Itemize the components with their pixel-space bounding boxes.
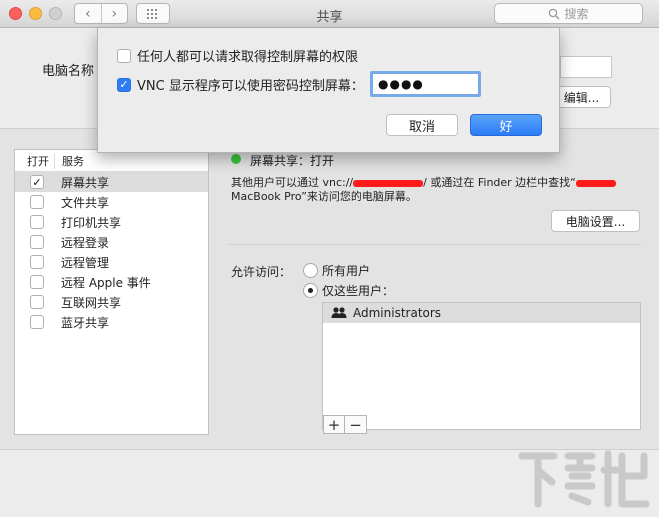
service-list: 打开 服务 ✓ 屏幕共享文件共享打印机共享远程登录远程管理远程 Apple 事件互… — [14, 149, 209, 435]
radio-only-users-label: 仅这些用户： — [322, 284, 395, 298]
search-icon — [549, 8, 560, 19]
checkbox[interactable] — [117, 48, 131, 63]
remove-user-button[interactable]: − — [345, 415, 367, 434]
users-list: Administrators — [322, 302, 641, 430]
list-item[interactable]: Administrators — [323, 303, 640, 323]
service-label: 远程管理 — [61, 255, 110, 270]
ok-button[interactable]: 好 — [470, 114, 542, 136]
service-checkbox[interactable]: ✓ — [30, 175, 44, 189]
service-checkbox[interactable] — [30, 195, 44, 209]
service-label: 文件共享 — [61, 195, 110, 210]
cancel-button[interactable]: 取消 — [386, 114, 458, 136]
sharing-panel: 打开 服务 ✓ 屏幕共享文件共享打印机共享远程登录远程管理远程 Apple 事件互… — [0, 128, 659, 450]
info-text-part-2: / 或通过在 Finder 边栏中查找“ — [423, 176, 576, 189]
service-checkbox[interactable] — [30, 295, 44, 309]
service-label: 屏幕共享 — [61, 175, 110, 190]
checkmark-icon: ✓ — [32, 175, 42, 189]
access-label: 允许访问： — [231, 265, 292, 279]
status-indicator — [231, 154, 241, 164]
radio-button[interactable] — [303, 263, 318, 278]
checkmark-icon: ✓ — [119, 78, 129, 91]
service-checkbox[interactable] — [30, 315, 44, 329]
watermark-logo — [518, 450, 650, 508]
service-checkbox[interactable] — [30, 275, 44, 289]
user-name: Administrators — [353, 306, 442, 320]
redacted-address — [353, 179, 424, 187]
checkbox[interactable]: ✓ — [117, 77, 131, 92]
vnc-password-field[interactable]: ●●●● — [370, 71, 481, 97]
search-placeholder: 搜索 — [564, 7, 589, 21]
column-header-on[interactable]: 打开 — [15, 152, 55, 169]
service-label: 蓝牙共享 — [61, 315, 110, 330]
option-anyone-request[interactable]: 任何人都可以请求取得控制屏幕的权限 — [117, 46, 358, 65]
status-text: 屏幕共享：打开 — [250, 154, 335, 168]
service-row[interactable]: 打印机共享 — [15, 212, 208, 232]
user-group-icon — [331, 307, 347, 319]
service-checkbox[interactable] — [30, 255, 44, 269]
service-list-header: 打开 服务 — [15, 150, 208, 172]
service-row[interactable]: 远程登录 — [15, 232, 208, 252]
computer-name-label: 电脑名称 — [42, 64, 95, 79]
screen-sharing-options-sheet: 任何人都可以请求取得控制屏幕的权限 ✓ VNC 显示程序可以使用密码控制屏幕： … — [97, 28, 560, 153]
service-row[interactable]: ✓ 屏幕共享 — [15, 172, 208, 192]
service-row[interactable]: 蓝牙共享 — [15, 312, 208, 332]
service-row[interactable]: 远程管理 — [15, 252, 208, 272]
service-row[interactable]: 互联网共享 — [15, 292, 208, 312]
computer-settings-button[interactable]: 电脑设置... — [551, 210, 640, 232]
radio-button[interactable] — [303, 283, 318, 298]
computer-name-field[interactable] — [560, 56, 612, 78]
divider — [229, 244, 641, 245]
service-checkbox[interactable] — [30, 215, 44, 229]
option-vnc-password[interactable]: ✓ VNC 显示程序可以使用密码控制屏幕： — [117, 75, 364, 94]
radio-all-users-label: 所有用户 — [322, 264, 371, 278]
edit-button[interactable]: 编辑... — [552, 86, 611, 108]
service-checkbox[interactable] — [30, 235, 44, 249]
title-bar: ‹ › 共享 搜索 — [0, 0, 659, 28]
service-label: 远程登录 — [61, 235, 110, 250]
add-user-button[interactable]: + — [323, 415, 345, 434]
option-vnc-label: VNC 显示程序可以使用密码控制屏幕： — [137, 79, 364, 94]
add-remove-controls: + − — [323, 415, 367, 434]
service-label: 远程 Apple 事件 — [61, 275, 151, 290]
radio-only-these-users[interactable]: 仅这些用户： — [303, 282, 394, 299]
radio-all-users[interactable]: 所有用户 — [303, 262, 370, 279]
option-anyone-label: 任何人都可以请求取得控制屏幕的权限 — [137, 50, 359, 65]
service-row[interactable]: 文件共享 — [15, 192, 208, 212]
search-input[interactable]: 搜索 — [494, 3, 643, 24]
service-row[interactable]: 远程 Apple 事件 — [15, 272, 208, 292]
service-label: 互联网共享 — [61, 295, 122, 310]
redacted-name — [575, 179, 616, 187]
info-text-line-2: MacBook Pro”来访问您的电脑屏幕。 — [231, 188, 417, 204]
column-header-service[interactable]: 服务 — [55, 153, 84, 169]
service-label: 打印机共享 — [61, 215, 122, 230]
info-text-part-3: MacBook Pro”来访问您的电脑屏幕。 — [231, 190, 417, 203]
